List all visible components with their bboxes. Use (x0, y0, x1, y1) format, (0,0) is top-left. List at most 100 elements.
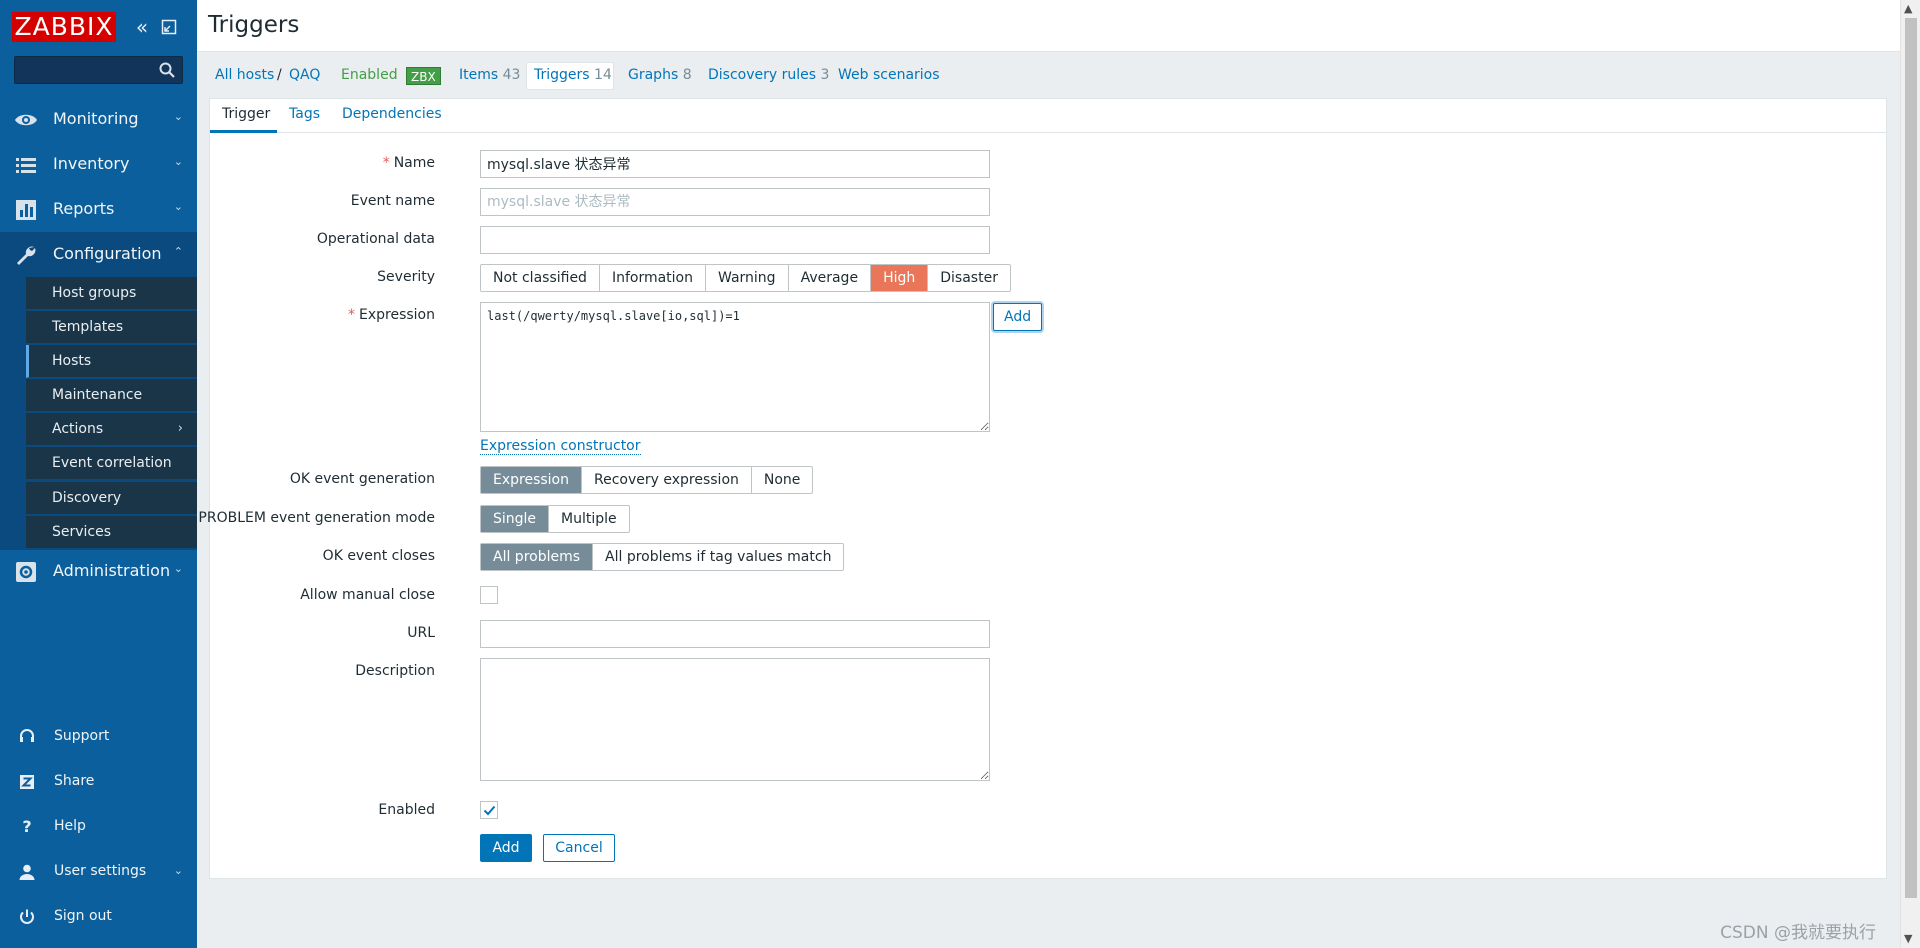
expression-label: * Expression (348, 307, 435, 323)
nav-discovery-label: Discovery rules (708, 67, 817, 83)
expression-textarea[interactable]: last(/qwerty/mysql.slave[io,sql])=1 (480, 302, 990, 432)
menu-administration-label: Administration (53, 561, 171, 580)
submenu-hosts[interactable]: Hosts (26, 345, 197, 378)
host-status-enabled[interactable]: Enabled (341, 67, 398, 83)
enabled-label: Enabled (378, 802, 435, 818)
submenu-label: Maintenance (52, 387, 143, 403)
page-scrollbar[interactable]: ▲ ▼ (1900, 0, 1920, 948)
submenu-services[interactable]: Services (26, 516, 197, 549)
menu-reports[interactable]: Reports ⌄ (0, 187, 197, 232)
description-textarea[interactable] (480, 658, 990, 781)
submenu-label: Host groups (52, 285, 137, 301)
nav-graphs-label: Graphs (628, 67, 679, 83)
scroll-down-icon[interactable]: ▼ (1904, 932, 1912, 945)
collapse-sidebar-icon[interactable]: « (131, 15, 153, 39)
problem-mode-multiple[interactable]: Multiple (549, 506, 629, 532)
nav-host-name[interactable]: QAQ (289, 67, 320, 83)
submenu-templates[interactable]: Templates (26, 311, 197, 344)
ok-closes-tag-match[interactable]: All problems if tag values match (593, 544, 843, 570)
menu-share[interactable]: Share (0, 763, 197, 803)
tab-tags[interactable]: Tags (289, 106, 320, 122)
severity-average[interactable]: Average (789, 265, 872, 291)
menu-configuration[interactable]: Configuration ⌃ (0, 232, 197, 277)
search-icon[interactable] (158, 61, 176, 79)
submenu-event-correlation[interactable]: Event correlation (26, 447, 197, 480)
severity-not-classified[interactable]: Not classified (481, 265, 600, 291)
submenu-host-groups[interactable]: Host groups (26, 277, 197, 310)
menu-help[interactable]: ? Help (0, 808, 197, 848)
chevron-down-icon: ⌄ (173, 155, 183, 168)
enabled-checkbox[interactable] (480, 801, 498, 819)
nav-discovery-rules[interactable]: Discovery rules 3 (708, 67, 829, 83)
tab-trigger[interactable]: Trigger (222, 106, 270, 122)
severity-warning[interactable]: Warning (706, 265, 789, 291)
kiosk-mode-icon[interactable] (158, 15, 180, 39)
submenu-maintenance[interactable]: Maintenance (26, 379, 197, 412)
nav-triggers-label: Triggers (534, 67, 590, 83)
severity-information[interactable]: Information (600, 265, 706, 291)
gear-icon (16, 562, 36, 582)
menu-user-settings[interactable]: User settings ⌄ (0, 853, 197, 893)
scroll-up-icon[interactable]: ▲ (1904, 2, 1912, 15)
event-name-field[interactable] (480, 188, 990, 216)
submenu-label: Actions (52, 421, 104, 437)
chevron-down-icon: ⌄ (173, 110, 183, 123)
nav-triggers[interactable]: Triggers 14 (534, 67, 612, 83)
cancel-button[interactable]: Cancel (543, 834, 615, 862)
expression-add-button[interactable]: Add (993, 303, 1043, 331)
add-button[interactable]: Add (480, 834, 532, 862)
ok-event-expression[interactable]: Expression (481, 467, 582, 493)
nav-web-scenarios[interactable]: Web scenarios (838, 67, 940, 83)
menu-sign-out[interactable]: Sign out (0, 898, 197, 938)
sidebar-search (14, 56, 183, 84)
operational-data-label: Operational data (316, 231, 435, 247)
allow-manual-close-label: Allow manual close (300, 587, 435, 603)
trigger-form: Trigger Tags Dependencies *Name Event na… (198, 98, 1887, 879)
operational-data-field[interactable] (480, 226, 990, 254)
list-icon (16, 158, 36, 173)
scrollbar-thumb[interactable] (1905, 18, 1917, 898)
menu-inventory[interactable]: Inventory ⌄ (0, 142, 197, 187)
user-icon (19, 864, 35, 880)
menu-monitoring[interactable]: Monitoring ⌄ (0, 97, 197, 142)
nav-all-hosts[interactable]: All hosts (215, 67, 274, 83)
severity-high[interactable]: High (871, 265, 929, 291)
severity-selector: Not classified Information Warning Avera… (480, 264, 1011, 292)
ok-closes-all-problems[interactable]: All problems (481, 544, 594, 570)
submenu-label: Hosts (52, 353, 92, 369)
wrench-icon (17, 246, 36, 265)
submenu-discovery[interactable]: Discovery (26, 482, 197, 515)
submenu-actions[interactable]: Actions › (26, 413, 197, 446)
ok-event-none[interactable]: None (752, 467, 813, 493)
url-label: URL (407, 625, 435, 641)
nav-triggers-count: 14 (594, 67, 612, 83)
power-icon (20, 909, 34, 924)
nav-graphs-count: 8 (682, 67, 692, 83)
menu-monitoring-label: Monitoring (53, 109, 139, 128)
ok-event-closes-label: OK event closes (322, 548, 435, 564)
url-field[interactable] (480, 620, 990, 648)
nav-discovery-count: 3 (820, 67, 830, 83)
menu-support-label: Support (54, 728, 110, 744)
headset-icon (20, 729, 34, 742)
chevron-right-icon: › (177, 421, 183, 436)
bar-chart-icon (16, 200, 36, 220)
zabbix-logo[interactable]: ZABBIX (12, 12, 116, 42)
name-label: * Name (383, 155, 435, 171)
menu-inventory-label: Inventory (53, 154, 130, 173)
search-input[interactable] (15, 57, 155, 83)
severity-disaster[interactable]: Disaster (928, 265, 1010, 291)
submenu-label: Templates (52, 319, 124, 335)
required-marker: * (382, 155, 390, 171)
expression-constructor-link[interactable]: Expression constructor (480, 438, 641, 455)
menu-administration[interactable]: Administration ⌄ (0, 549, 197, 594)
problem-mode-single[interactable]: Single (481, 506, 550, 532)
name-field[interactable] (480, 150, 990, 178)
menu-support[interactable]: Support (0, 718, 197, 758)
nav-graphs[interactable]: Graphs 8 (628, 67, 692, 83)
allow-manual-close-checkbox[interactable] (480, 586, 498, 604)
tab-dependencies[interactable]: Dependencies (342, 106, 442, 122)
ok-event-recovery-expression[interactable]: Recovery expression (582, 467, 752, 493)
chevron-down-icon: ⌄ (173, 562, 183, 575)
nav-items[interactable]: Items 43 (459, 67, 520, 83)
